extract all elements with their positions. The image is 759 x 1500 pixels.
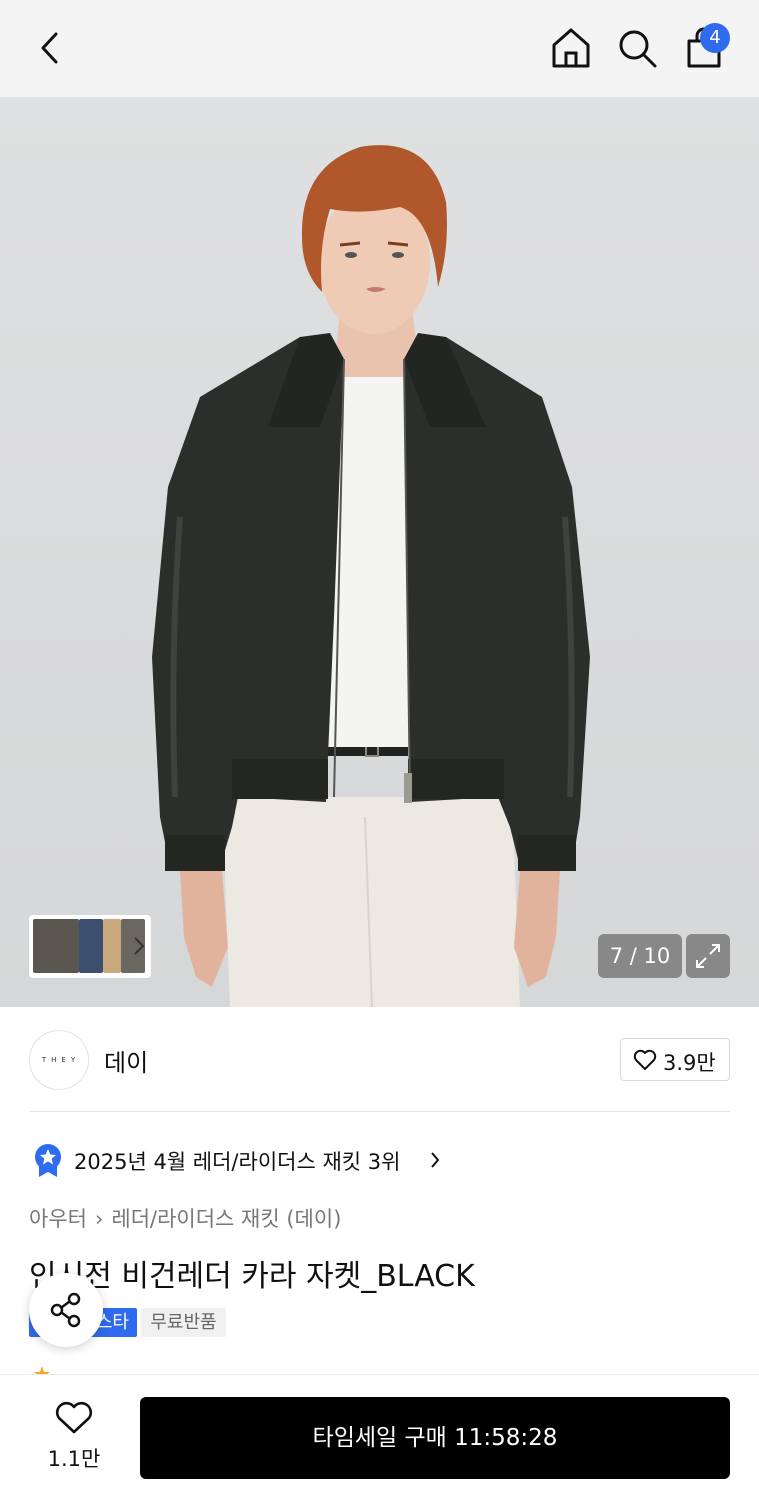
chevron-right-icon [431,1152,440,1168]
chevron-left-icon[interactable] [34,28,70,68]
heart-icon [633,1049,657,1070]
divider [29,1111,730,1112]
thumbnail[interactable] [103,919,121,973]
medal-icon [35,1144,61,1177]
product-photo [152,145,590,1007]
expand-image-button[interactable] [686,934,730,978]
chevron-right-icon: › [94,1207,104,1231]
home-icon[interactable] [550,26,592,70]
wishlist-count: 1.1만 [47,1447,101,1471]
thumbnail[interactable] [79,919,103,973]
share-button[interactable] [29,1273,103,1347]
product-tag-free-return: 무료반품 [141,1308,226,1337]
gallery-thumbnail-strip[interactable] [29,915,151,978]
image-counter: 7 / 10 [598,934,682,978]
breadcrumb-subcategory[interactable]: 레더/라이더스 재킷 (데이) [111,1207,341,1231]
bottom-action-bar: 1.1만 타임세일 구매 11:58:28 [0,1374,759,1500]
cart-count-badge: 4 [700,23,730,53]
brand-like-button[interactable]: 3.9만 [620,1038,730,1081]
brand-like-count: 3.9만 [663,1051,716,1075]
ranking-text: 2025년 4월 레더/라이더스 재킷 3위 [74,1150,401,1174]
share-icon [50,1292,81,1328]
breadcrumb: 아우터 › 레더/라이더스 재킷 (데이) [29,1203,341,1233]
chevron-right-icon[interactable] [133,935,145,957]
search-icon[interactable] [616,26,658,70]
top-app-bar: 4 [0,0,759,97]
brand-name[interactable]: 데이 [104,1043,148,1078]
brand-row: THEY 데이 3.9만 [0,1007,759,1111]
expand-icon [696,944,720,968]
product-image-gallery[interactable]: 7 / 10 [0,97,759,1007]
thumbnail[interactable] [33,919,79,973]
brand-logo[interactable]: THEY [29,1030,89,1090]
heart-icon [55,1401,93,1434]
breadcrumb-category[interactable]: 아우터 [29,1207,87,1231]
wishlist-button[interactable]: 1.1만 [40,1401,108,1471]
timesale-buy-button[interactable]: 타임세일 구매 11:58:28 [140,1397,730,1479]
